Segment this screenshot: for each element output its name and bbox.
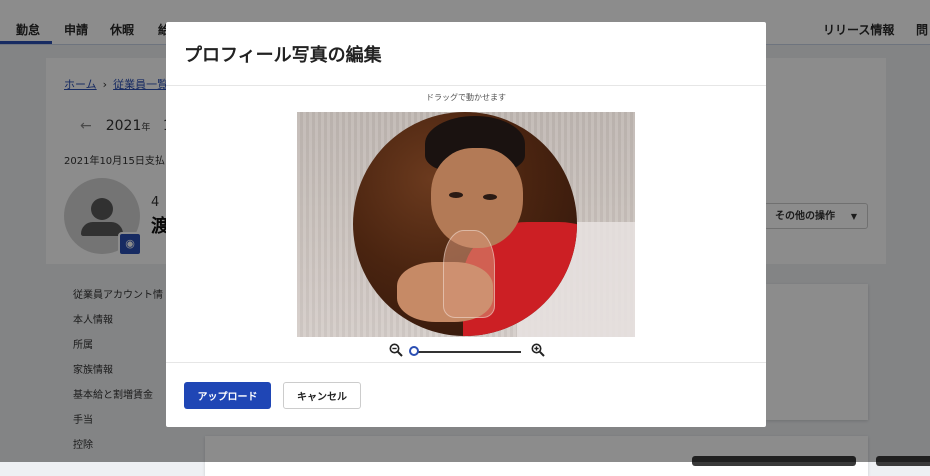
zoom-in-icon[interactable]	[531, 343, 545, 360]
zoom-slider-track[interactable]	[413, 351, 521, 353]
header-divider	[166, 85, 766, 86]
zoom-out-icon[interactable]	[389, 343, 403, 360]
photo-eye-left	[449, 192, 463, 198]
zoom-control	[389, 343, 545, 361]
drag-hint: ドラッグで動かせます	[426, 93, 506, 102]
profile-photo-edit-dialog: プロフィール写真の編集 ドラッグで動かせます アップロード キャンセル	[166, 22, 766, 427]
crop-circle[interactable]	[353, 112, 577, 336]
photo-crop-area[interactable]	[297, 112, 635, 337]
photo-eye-right	[483, 194, 497, 200]
cancel-button[interactable]: キャンセル	[283, 382, 361, 409]
footer-divider	[166, 362, 766, 363]
dialog-title: プロフィール写真の編集	[184, 45, 382, 66]
zoom-slider-thumb[interactable]	[409, 346, 419, 356]
upload-button[interactable]: アップロード	[184, 382, 271, 409]
photo-glass	[443, 230, 495, 318]
